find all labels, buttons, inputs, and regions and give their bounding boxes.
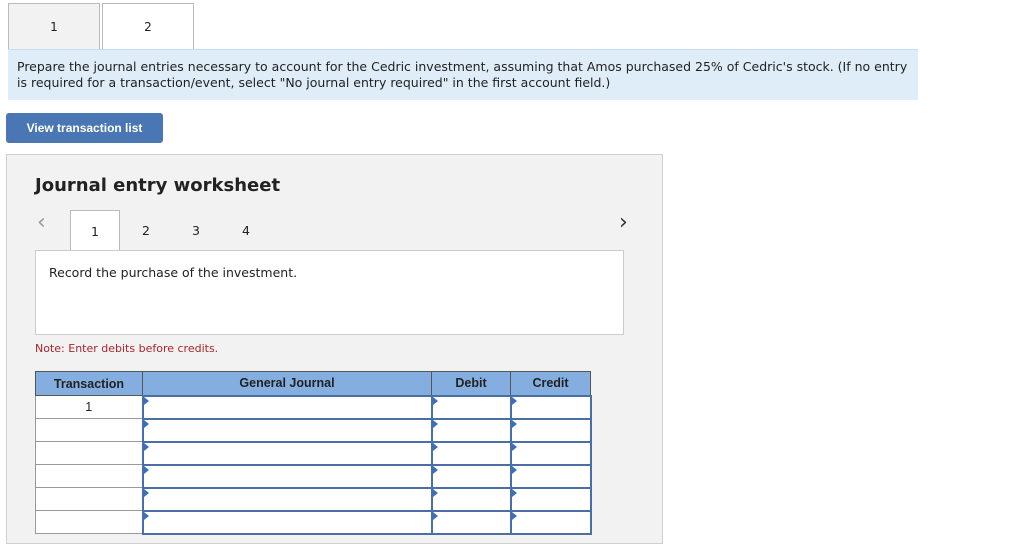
tab-label: 3: [192, 222, 200, 238]
worksheet-tab-4[interactable]: 4: [221, 210, 271, 250]
table-row: [35, 440, 592, 466]
transaction-cell: [35, 464, 143, 488]
credit-input[interactable]: [509, 440, 592, 466]
note: Note: Enter debits before credits.: [35, 342, 219, 355]
account-input[interactable]: [141, 509, 433, 535]
header-transaction: Transaction: [35, 371, 143, 396]
table-row: [35, 463, 592, 489]
header-general-journal: General Journal: [142, 371, 432, 396]
account-input[interactable]: [141, 394, 433, 420]
view-transaction-list-button[interactable]: View transaction list: [6, 113, 163, 143]
tab-label: 2: [144, 19, 152, 34]
debit-input[interactable]: [430, 440, 512, 466]
header-debit: Debit: [431, 371, 511, 396]
credit-input[interactable]: [509, 394, 592, 420]
table-row: [35, 486, 592, 512]
transaction-cell: [35, 487, 143, 511]
debit-input[interactable]: [430, 394, 512, 420]
transaction-cell: [35, 418, 143, 442]
worksheet-tab-1[interactable]: 1: [70, 210, 120, 251]
debit-input[interactable]: [430, 486, 512, 512]
transaction-cell: [35, 441, 143, 465]
tab-label: 1: [50, 19, 58, 34]
tab-label: 4: [242, 222, 250, 238]
entry-prompt: Record the purchase of the investment.: [35, 250, 624, 335]
credit-input[interactable]: [509, 463, 592, 489]
credit-input[interactable]: [509, 417, 592, 443]
account-input[interactable]: [141, 486, 433, 512]
transaction-cell: 1: [35, 395, 143, 419]
instructions: Prepare the journal entries necessary to…: [8, 49, 918, 100]
tab-label: 2: [142, 222, 150, 238]
worksheet-tab-3[interactable]: 3: [171, 210, 221, 250]
debit-input[interactable]: [430, 509, 512, 535]
worksheet-tab-2[interactable]: 2: [121, 210, 171, 250]
account-input[interactable]: [141, 417, 433, 443]
debit-input[interactable]: [430, 463, 512, 489]
credit-input[interactable]: [509, 509, 592, 535]
worksheet-title: Journal entry worksheet: [35, 175, 281, 196]
account-input[interactable]: [141, 463, 433, 489]
account-input[interactable]: [141, 440, 433, 466]
part-tab-2[interactable]: 2: [102, 3, 194, 49]
chevron-left-icon[interactable]: ‹: [37, 210, 46, 235]
tab-label: 1: [91, 223, 99, 239]
header-credit: Credit: [510, 371, 591, 396]
chevron-right-icon[interactable]: ›: [619, 210, 628, 235]
transaction-cell: [35, 510, 143, 534]
debit-input[interactable]: [430, 417, 512, 443]
journal-table: Transaction General Journal Debit Credit…: [35, 371, 592, 535]
part-tab-1[interactable]: 1: [8, 3, 100, 49]
credit-input[interactable]: [509, 486, 592, 512]
table-row: [35, 509, 592, 535]
table-row: [35, 417, 592, 443]
table-row: 1: [35, 394, 592, 420]
